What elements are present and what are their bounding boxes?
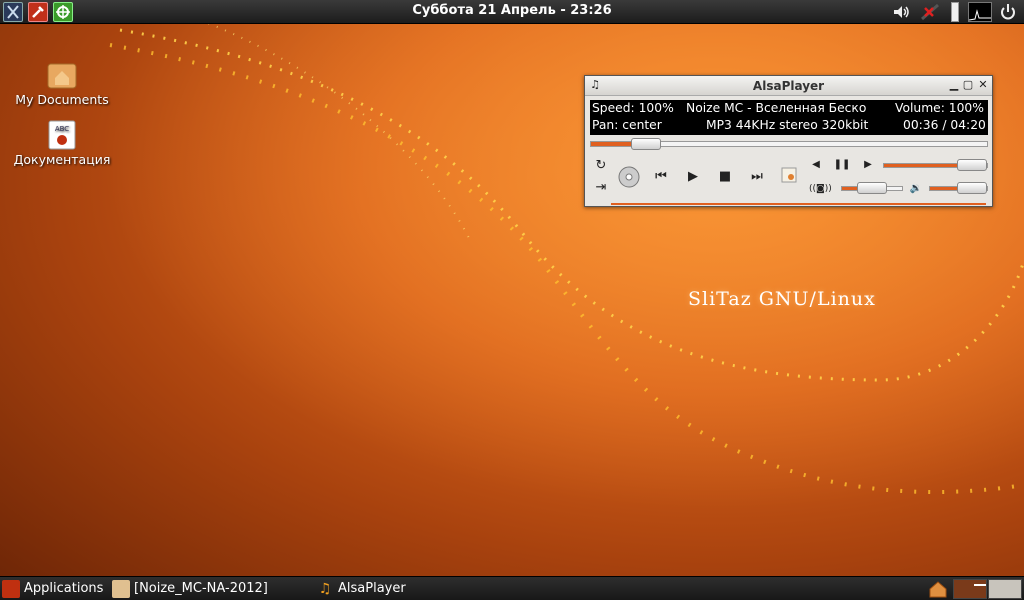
speaker-volume-icon: 🔉 <box>909 183 923 194</box>
documentation-icon: ABC <box>47 120 77 150</box>
rewind-button[interactable]: ◀ <box>805 154 827 176</box>
svg-text:ABC: ABC <box>55 125 69 133</box>
battery-icon[interactable] <box>951 2 959 22</box>
volume-slider-handle[interactable] <box>957 182 987 194</box>
cd-button[interactable] <box>616 165 642 191</box>
bottom-panel: Applications [Noize_MC-NA-2012] ♫ AlsaPla… <box>0 576 1024 600</box>
applications-menu-button[interactable]: Applications <box>2 579 103 599</box>
play-button[interactable]: ▶ <box>682 166 704 188</box>
top-panel: Суббота 21 Апрель - 23:26 <box>0 0 1024 24</box>
taskbar-item-label: AlsaPlayer <box>338 581 406 596</box>
workspace-2[interactable] <box>988 579 1022 599</box>
home-tray-icon[interactable] <box>928 579 950 599</box>
forward-button[interactable]: ▶ <box>857 154 879 176</box>
repeat-button[interactable]: ↻ <box>590 155 612 177</box>
desktop-icon-my-documents[interactable]: My Documents <box>12 60 112 107</box>
window-bottom-accent <box>611 203 986 205</box>
home-folder-icon <box>47 60 77 90</box>
power-icon[interactable] <box>998 2 1020 22</box>
time-readout: 00:36 / 04:20 <box>903 118 986 132</box>
desktop-icon-label: Документация <box>13 152 111 167</box>
cpu-monitor-icon[interactable] <box>968 2 992 22</box>
volume-slider[interactable] <box>929 182 988 194</box>
alsaplayer-window: ♫ AlsaPlayer ▁ ▢ ✕ Speed: 100% Noize MC … <box>584 75 993 207</box>
volume-icon[interactable] <box>891 2 911 22</box>
workspace-1[interactable] <box>953 579 987 599</box>
slitaz-branding: SliTaz GNU/Linux <box>688 288 876 310</box>
taskbar-item-folder[interactable]: [Noize_MC-NA-2012] <box>112 579 268 599</box>
slitaz-spider-icon <box>2 579 20 598</box>
maximize-button[interactable]: ▢ <box>962 79 974 91</box>
folder-icon <box>112 579 130 598</box>
seek-bar-handle[interactable] <box>631 138 662 150</box>
player-info-display: Speed: 100% Noize MC - Вселенная Беско V… <box>590 100 988 135</box>
window-titlebar[interactable]: ♫ AlsaPlayer ▁ ▢ ✕ <box>585 76 992 96</box>
window-title: AlsaPlayer <box>752 79 825 93</box>
taskbar-item-alsaplayer[interactable]: ♫ AlsaPlayer <box>316 579 406 599</box>
panel-clock[interactable]: Суббота 21 Апрель - 23:26 <box>0 3 1024 18</box>
speed-readout: Speed: 100% <box>592 101 674 115</box>
balance-slider[interactable] <box>841 182 903 194</box>
close-button[interactable]: ✕ <box>977 79 989 91</box>
pause-button[interactable]: ❚❚ <box>831 154 853 176</box>
network-status-icon[interactable] <box>919 2 941 22</box>
format-readout: MP3 44KHz stereo 320kbit <box>706 118 869 132</box>
taskbar-item-label: [Noize_MC-NA-2012] <box>134 581 268 596</box>
volume-readout: Volume: 100% <box>895 101 984 115</box>
balance-icon: ((◙)) <box>809 184 832 194</box>
desktop-icon-documentation[interactable]: ABC Документация <box>12 120 112 167</box>
balance-slider-handle[interactable] <box>857 182 887 194</box>
track-title: Noize MC - Вселенная Беско <box>686 101 867 115</box>
playlist-button[interactable] <box>778 166 800 188</box>
applications-label: Applications <box>24 581 104 596</box>
previous-button[interactable]: ⏮ <box>650 166 672 188</box>
speed-slider[interactable] <box>883 159 988 171</box>
desktop-icon-label: My Documents <box>15 92 109 107</box>
pan-readout: Pan: center <box>592 118 662 132</box>
seek-bar[interactable] <box>590 138 988 150</box>
playlist-next-button[interactable]: ⇥ <box>590 177 612 199</box>
speed-slider-handle[interactable] <box>956 159 987 171</box>
music-icon: ♫ <box>318 580 332 597</box>
stop-button[interactable]: ■ <box>714 166 736 188</box>
minimize-button[interactable]: ▁ <box>948 79 960 91</box>
next-button[interactable]: ⏭ <box>746 166 768 188</box>
workspace-window-preview <box>974 584 986 586</box>
